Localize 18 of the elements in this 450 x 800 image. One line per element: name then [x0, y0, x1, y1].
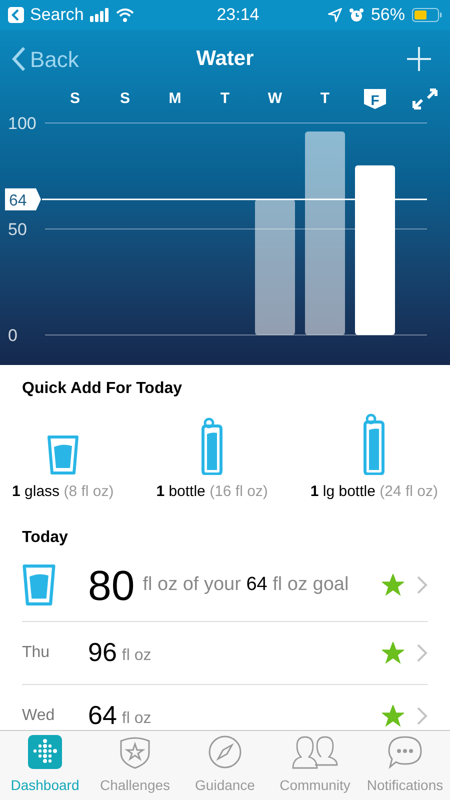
day-amount: 96 — [88, 636, 117, 669]
y-tick-label: 50 — [8, 220, 27, 239]
unit-label: fl oz — [122, 708, 152, 728]
section-title: Quick Add For Today — [22, 379, 184, 399]
goal-tag: 64 — [5, 188, 41, 210]
ref-line-label: 64 — [9, 192, 27, 210]
today-summary: fl oz of your 64 fl oz goal — [142, 572, 350, 597]
battery-percent: 56% — [370, 4, 405, 26]
day-label: Thu — [22, 642, 51, 662]
page-title: Water — [195, 46, 255, 72]
clock-time: 23:14 — [216, 4, 260, 26]
y-tick-label: 0 — [8, 326, 18, 345]
unit-label: fl oz — [122, 646, 152, 666]
today-amount: 80 — [88, 560, 135, 610]
section-title: Today — [22, 528, 69, 548]
day-amount: 64 — [88, 699, 117, 731]
y-tick-label: 100 — [8, 114, 36, 133]
day-label: Wed — [22, 706, 56, 726]
